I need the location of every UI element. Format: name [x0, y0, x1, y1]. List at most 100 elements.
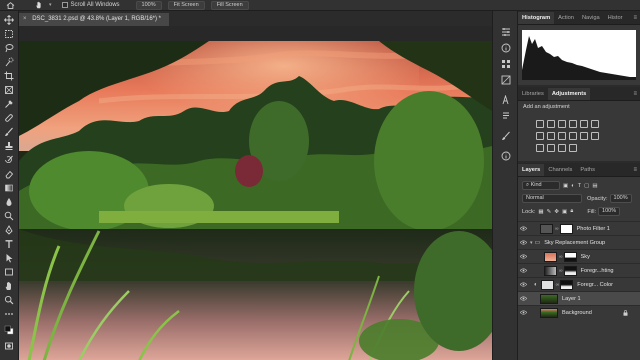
visibility-eye-icon[interactable]: [518, 222, 528, 236]
scroll-all-windows-checkbox[interactable]: Scroll All Windows: [61, 2, 120, 8]
lock-paint-icon[interactable]: ✎: [547, 209, 552, 215]
lock-icon[interactable]: [623, 310, 628, 316]
tab-layers[interactable]: Layers: [518, 164, 545, 176]
type-tool-icon[interactable]: [4, 239, 14, 249]
fill-screen-button[interactable]: Fill Screen: [210, 0, 249, 10]
healing-brush-tool-icon[interactable]: [4, 113, 14, 123]
vibrance-icon[interactable]: [591, 120, 599, 128]
close-icon[interactable]: ×: [23, 16, 27, 22]
layer-row-foreground-lighting[interactable]: ∞ Foregr...hting: [518, 263, 640, 277]
edit-toolbar-icon[interactable]: [4, 309, 14, 319]
canvas-workspace[interactable]: [19, 26, 492, 360]
invert-icon[interactable]: [536, 144, 544, 152]
zoom-tool-icon[interactable]: [4, 295, 14, 305]
blur-tool-icon[interactable]: [4, 197, 14, 207]
layer-row-layer-1[interactable]: Layer 1: [518, 291, 640, 305]
clone-stamp-tool-icon[interactable]: [4, 141, 14, 151]
black-white-icon[interactable]: [558, 132, 566, 140]
exposure-icon[interactable]: [569, 120, 577, 128]
tab-adjustments[interactable]: Adjustments: [547, 88, 591, 100]
eyedropper-tool-icon[interactable]: [4, 99, 14, 109]
rectangle-tool-icon[interactable]: [4, 267, 14, 277]
zoom-100-button[interactable]: 100%: [135, 0, 162, 10]
visibility-eye-icon[interactable]: [518, 292, 528, 306]
layer-mask-thumb[interactable]: [563, 265, 577, 276]
selective-color-icon[interactable]: [569, 144, 577, 152]
history-brush-tool-icon[interactable]: [4, 155, 14, 165]
filter-kind-select[interactable]: ⌕ Kind: [522, 181, 560, 190]
filter-smart-object-icon[interactable]: ▤: [592, 183, 597, 189]
channel-mixer-icon[interactable]: [580, 132, 588, 140]
info-panel-icon[interactable]: [501, 43, 511, 53]
filter-type-icon[interactable]: T: [578, 183, 581, 189]
visibility-eye-icon[interactable]: [518, 306, 528, 320]
chevron-down-icon[interactable]: ▾: [49, 2, 52, 8]
visibility-eye-icon[interactable]: [518, 250, 528, 264]
gradient-tool-icon[interactable]: [4, 183, 14, 193]
brightness-contrast-icon[interactable]: [536, 120, 544, 128]
threshold-icon[interactable]: [558, 144, 566, 152]
blend-mode-select[interactable]: Normal: [522, 194, 582, 203]
lock-all-icon[interactable]: 🔒︎: [570, 208, 573, 215]
quick-mask-icon[interactable]: [4, 341, 14, 351]
eraser-tool-icon[interactable]: [4, 169, 14, 179]
layer-mask-thumb[interactable]: [563, 251, 577, 262]
pen-tool-icon[interactable]: [4, 225, 14, 235]
tab-histogram[interactable]: Histogram: [518, 12, 555, 24]
hand-tool-icon[interactable]: [35, 1, 43, 9]
layer-thumb[interactable]: [544, 251, 557, 262]
layer-thumb[interactable]: [540, 307, 558, 318]
layer-mask-thumb[interactable]: [560, 279, 574, 290]
layer-row-sky[interactable]: ∞ Sky: [518, 249, 640, 263]
lasso-tool-icon[interactable]: [4, 43, 14, 53]
visibility-eye-icon[interactable]: [518, 264, 528, 278]
checkbox-box[interactable]: [61, 2, 68, 8]
layer-row-photo-filter[interactable]: ∞ Photo Filter 1: [518, 221, 640, 235]
quick-selection-tool-icon[interactable]: [4, 57, 14, 67]
tab-libraries[interactable]: Libraries: [518, 88, 548, 100]
color-swatches-icon[interactable]: [4, 325, 14, 335]
dodge-tool-icon[interactable]: [4, 211, 14, 221]
opacity-input[interactable]: 100%: [609, 194, 632, 203]
lock-position-icon[interactable]: ✥: [554, 209, 559, 215]
filter-adjustment-icon[interactable]: ◐: [571, 183, 574, 189]
hand-tool-icon[interactable]: [4, 281, 14, 291]
filter-shape-icon[interactable]: ▢: [584, 183, 589, 189]
fill-input[interactable]: 100%: [598, 207, 621, 216]
photo-filter-icon[interactable]: [569, 132, 577, 140]
curves-icon[interactable]: [558, 120, 566, 128]
info-circle-icon[interactable]: [501, 151, 511, 161]
filter-pixel-icon[interactable]: ▣: [563, 183, 568, 189]
layer-row-background[interactable]: Background: [518, 305, 640, 319]
chevron-down-icon[interactable]: ▾: [530, 240, 533, 246]
layer-thumb[interactable]: [544, 265, 557, 276]
swatches-panel-icon[interactable]: [501, 59, 511, 69]
lock-artboard-icon[interactable]: ▣: [562, 209, 567, 215]
tab-paths[interactable]: Paths: [576, 164, 599, 176]
home-icon[interactable]: [6, 1, 15, 9]
canvas-image[interactable]: [19, 41, 492, 360]
fit-screen-button[interactable]: Fit Screen: [167, 0, 205, 10]
posterize-icon[interactable]: [547, 144, 555, 152]
properties-panel-icon[interactable]: [501, 27, 511, 37]
color-panel-icon[interactable]: [501, 75, 511, 85]
frame-tool-icon[interactable]: [4, 85, 14, 95]
document-tab[interactable]: × DSC_3831 2.psd @ 43.8% (Layer 1, RGB/1…: [19, 13, 169, 26]
brush-settings-panel-icon[interactable]: [501, 131, 511, 141]
move-tool-icon[interactable]: [4, 15, 14, 25]
marquee-tool-icon[interactable]: [4, 29, 14, 39]
tab-history[interactable]: Histor: [604, 12, 627, 24]
panel-menu-icon[interactable]: ≡: [630, 88, 640, 100]
gradient-map-icon[interactable]: [580, 120, 588, 128]
tab-navigator[interactable]: Naviga: [578, 12, 604, 24]
color-balance-icon[interactable]: [547, 132, 555, 140]
levels-icon[interactable]: [547, 120, 555, 128]
path-selection-tool-icon[interactable]: [4, 253, 14, 263]
layer-row-sky-group[interactable]: ▾ ▭ Sky Replacement Group: [518, 235, 640, 249]
layer-row-foreground-color[interactable]: ◐ ∞ Foregr... Color: [518, 277, 640, 291]
panel-menu-icon[interactable]: ≡: [630, 12, 640, 24]
layer-mask-thumb[interactable]: [559, 223, 573, 234]
paragraph-panel-icon[interactable]: [501, 111, 511, 121]
hue-saturation-icon[interactable]: [536, 132, 544, 140]
panel-menu-icon[interactable]: ≡: [630, 164, 640, 176]
